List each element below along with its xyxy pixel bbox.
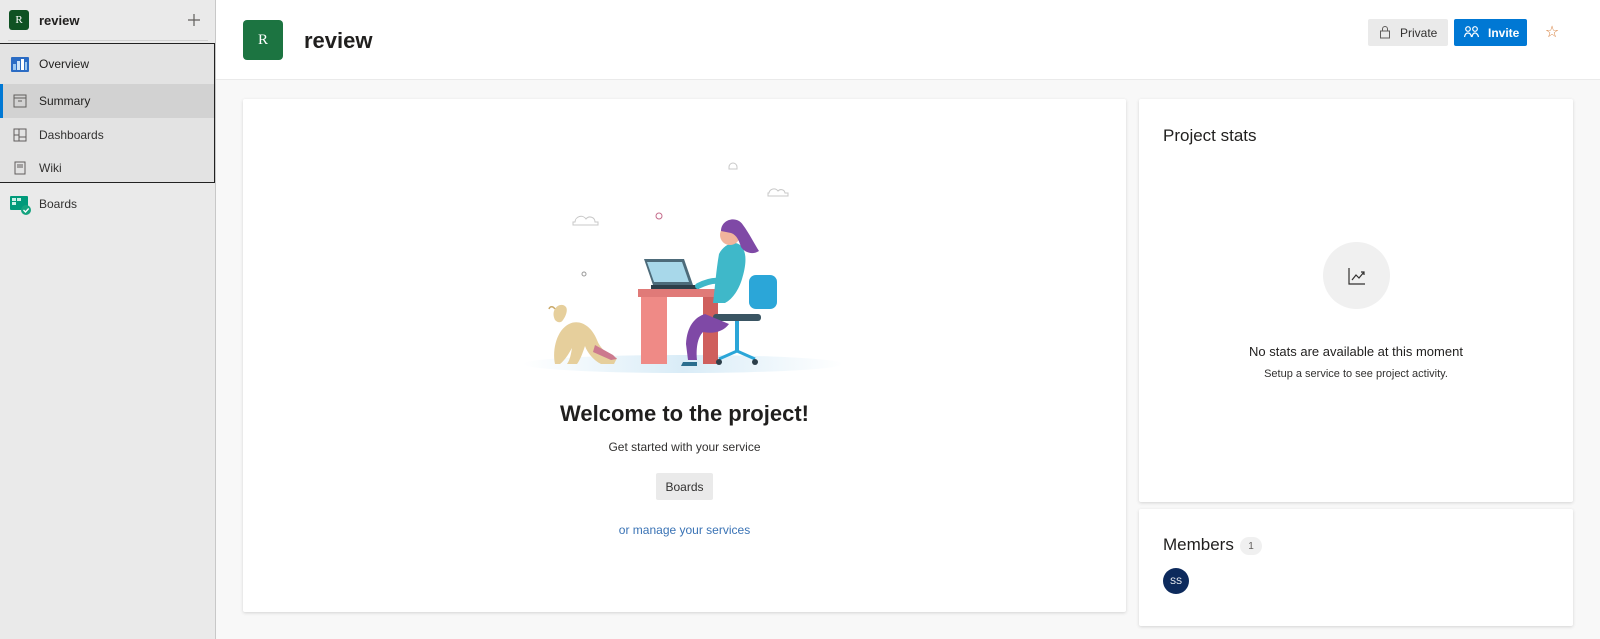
members-card: Members 1 SS xyxy=(1139,509,1573,626)
sidebar-item-label: Boards xyxy=(39,197,78,211)
project-badge: R xyxy=(9,10,29,30)
sidebar-item-label: Wiki xyxy=(39,161,62,175)
boards-icon xyxy=(10,194,31,215)
page-title: review xyxy=(304,28,373,53)
private-label: Private xyxy=(1400,26,1438,40)
sidebar-item-overview[interactable]: Overview xyxy=(0,44,214,84)
dashboards-icon xyxy=(10,125,30,145)
invite-button[interactable]: Invite xyxy=(1454,19,1527,46)
project-avatar: R xyxy=(243,20,283,60)
new-item-button[interactable] xyxy=(183,9,205,31)
private-button[interactable]: Private xyxy=(1368,19,1448,46)
plus-icon xyxy=(188,14,200,26)
lock-icon xyxy=(1379,25,1391,42)
divider xyxy=(8,40,208,41)
manage-services-link[interactable]: or manage your services xyxy=(243,523,1126,537)
welcome-title: Welcome to the project! xyxy=(560,401,809,426)
invite-label: Invite xyxy=(1488,26,1520,40)
sidebar-item-dashboards[interactable]: Dashboards xyxy=(0,118,214,152)
overview-nav-group: Overview Summary Dashboards Wiki xyxy=(0,43,215,183)
no-stats-message: No stats are available at this moment xyxy=(1249,344,1463,359)
project-stats-title: Project stats xyxy=(1163,126,1257,145)
favorite-star-icon[interactable]: ☆ xyxy=(1542,22,1562,42)
welcome-card: Welcome to the project! Get started with… xyxy=(243,99,1126,612)
sidebar-item-wiki[interactable]: Wiki xyxy=(0,152,214,184)
wiki-icon xyxy=(10,158,30,178)
members-title: Members xyxy=(1163,535,1234,554)
project-header: R review Private Invite ☆ xyxy=(216,0,1600,80)
sidebar-item-boards[interactable]: Boards xyxy=(0,186,214,222)
sidebar-item-label: Summary xyxy=(39,94,91,108)
project-stats-card: Project stats No stats are available at … xyxy=(1139,99,1573,502)
sidebar: R review Overview Summary Dashboards Wik… xyxy=(0,0,216,639)
stats-chart-icon xyxy=(1323,242,1390,309)
overview-icon xyxy=(10,54,30,74)
project-name: review xyxy=(39,12,80,28)
boards-button[interactable]: Boards xyxy=(656,473,713,500)
sidebar-item-label: Dashboards xyxy=(39,128,104,142)
members-count-badge: 1 xyxy=(1240,537,1262,555)
sidebar-item-summary[interactable]: Summary xyxy=(0,84,214,118)
invite-people-icon xyxy=(1463,25,1480,42)
summary-icon xyxy=(10,91,30,111)
avatar[interactable]: SS xyxy=(1163,568,1189,594)
sidebar-item-label: Overview xyxy=(39,57,90,71)
welcome-illustration xyxy=(523,162,843,373)
project-switcher[interactable]: R review xyxy=(0,0,215,40)
welcome-subtitle: Get started with your service xyxy=(608,440,761,454)
no-stats-hint: Setup a service to see project activity. xyxy=(1264,368,1448,380)
